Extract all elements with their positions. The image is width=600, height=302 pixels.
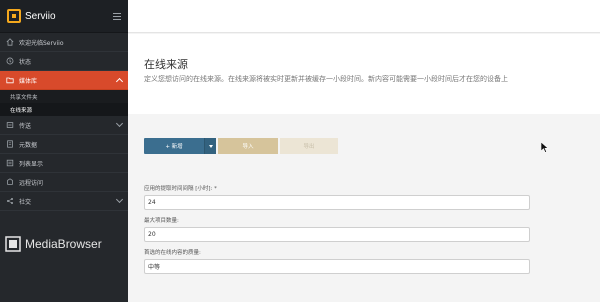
share-icon — [6, 197, 14, 205]
library-submenu: 共享文件夹 在线来源 — [0, 90, 128, 116]
sidebar-subitem-online-sources[interactable]: 在线来源 — [0, 103, 128, 116]
page-title: 在线来源 — [144, 58, 188, 71]
sidebar-item-label: 列表显示 — [19, 160, 44, 168]
settings-form: 应用的提取时间间隔 [小时]: * 24 最大项目数量: 20 首选的在线内容的… — [144, 184, 530, 280]
sidebar-item-status[interactable]: 状态 — [0, 52, 128, 71]
sidebar-item-transfer[interactable]: 传送 — [0, 116, 128, 135]
chevron-up-icon — [115, 77, 124, 86]
sidebar-item-label: 远程访问 — [19, 179, 44, 187]
menu-toggle-icon[interactable] — [113, 12, 121, 20]
remote-icon — [7, 178, 13, 185]
brand-header: Serviio — [0, 0, 128, 33]
home-icon — [6, 38, 14, 46]
import-button[interactable]: 导入 — [218, 138, 278, 154]
page-description: 定义您想访问的在线来源。在线来源将被实时更新并被缓存一小段时间。新内容可能需要一… — [144, 75, 508, 83]
quality-select[interactable]: 中等 — [144, 259, 530, 274]
sidebar-subitem-label: 共享文件夹 — [10, 94, 38, 101]
export-button[interactable]: 导出 — [280, 138, 338, 154]
folder-icon — [6, 77, 14, 84]
refresh-interval-label: 应用的提取时间间隔 [小时]: * — [144, 186, 217, 192]
sidebar-item-label: 状态 — [19, 58, 32, 66]
top-bar — [128, 0, 600, 33]
list-icon — [6, 159, 14, 167]
sidebar-item-label: 元数据 — [19, 141, 38, 149]
sidebar-item-metadata[interactable]: 元数据 — [0, 135, 128, 154]
sidebar-item-list-display[interactable]: 列表显示 — [0, 154, 128, 173]
max-items-input[interactable]: 20 — [144, 227, 530, 242]
toolbar: + 新增 导入 导出 — [144, 138, 338, 154]
sidebar-item-label: 欢迎光临Serviio — [19, 39, 64, 47]
quality-label: 首选的在线内容的质量: — [144, 250, 201, 256]
sidebar-subitem-shared-folders[interactable]: 共享文件夹 — [0, 90, 128, 103]
status-icon — [6, 57, 14, 65]
sidebar-item-library[interactable]: 媒体库 — [0, 71, 128, 90]
sidebar-item-social[interactable]: 社交 — [0, 192, 128, 211]
chevron-down-icon — [115, 195, 124, 204]
sidebar: Serviio 欢迎光临Serviio 状态 媒体库 共享文件夹 在线来源 传送… — [0, 0, 128, 302]
serviio-logo-icon — [7, 9, 21, 23]
mediabrowser-text: MediaBrowser — [25, 237, 102, 251]
chevron-down-icon — [115, 119, 124, 128]
sidebar-item-remote-access[interactable]: 远程访问 — [0, 173, 128, 192]
main-content: 在线来源 定义您想访问的在线来源。在线来源将被实时更新并被缓存一小段时间。新内容… — [128, 0, 600, 302]
page-header: 在线来源 定义您想访问的在线来源。在线来源将被实时更新并被缓存一小段时间。新内容… — [128, 34, 600, 114]
refresh-interval-input[interactable]: 24 — [144, 195, 530, 210]
sidebar-item-label: 社交 — [19, 198, 32, 206]
mediabrowser-logo: MediaBrowser — [5, 236, 102, 252]
metadata-icon — [7, 140, 13, 148]
sidebar-item-label: 传送 — [19, 122, 32, 130]
app-name: Serviio — [25, 10, 56, 22]
caret-down-icon — [208, 144, 213, 148]
add-source-dropdown-button[interactable] — [204, 138, 216, 154]
mediabrowser-icon — [5, 236, 21, 252]
transfer-icon — [6, 122, 14, 128]
sidebar-item-label: 媒体库 — [19, 77, 38, 85]
max-items-label: 最大项目数量: — [144, 218, 179, 224]
add-source-button[interactable]: + 新增 — [144, 138, 204, 154]
sidebar-subitem-label: 在线来源 — [10, 107, 33, 114]
mouse-cursor-icon — [541, 142, 549, 153]
sidebar-item-welcome[interactable]: 欢迎光临Serviio — [0, 33, 128, 52]
